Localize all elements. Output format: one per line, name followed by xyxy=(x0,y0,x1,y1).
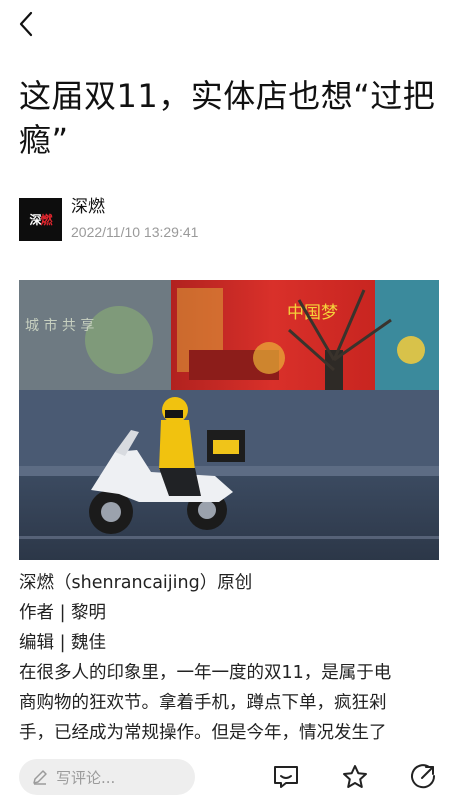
chevron-left-icon xyxy=(19,11,33,37)
source-line: 深燃（shenrancaijing）原创 xyxy=(19,573,253,593)
paragraph-line: 手，已经成为常规操作。但是今年，情况发生了 xyxy=(19,723,387,743)
pen-icon xyxy=(33,770,47,785)
sign-center-text: 中国梦 xyxy=(287,303,338,323)
avatar-logo-char-2: 燃 xyxy=(40,212,53,227)
editor-credit: 编辑 | 魏佳 xyxy=(19,633,107,653)
paragraph-line: 商购物的狂欢节。拿着手机，蹲点下单，疯狂剁 xyxy=(19,693,387,713)
comment-button[interactable] xyxy=(271,762,301,792)
comment-input[interactable]: 写评论... xyxy=(19,759,195,795)
publish-time: 2022/11/10 13:29:41 xyxy=(71,224,199,240)
paragraph-line: 在很多人的印象里，一年一度的双11，是属于电 xyxy=(19,663,392,683)
comment-bubble-icon xyxy=(274,766,298,788)
hero-image: 城 市 共 享 中国梦 xyxy=(19,280,439,560)
star-icon xyxy=(343,765,367,788)
author-name[interactable]: 深燃 xyxy=(71,196,198,218)
sign-left-text: 城 市 共 享 xyxy=(25,317,94,334)
share-icon xyxy=(411,764,436,789)
article-title: 这届双11，实体店也想“过把瘾” xyxy=(19,77,436,159)
share-button[interactable] xyxy=(408,762,438,792)
author-credit: 作者 | 黎明 xyxy=(19,603,107,623)
favorite-button[interactable] xyxy=(340,762,370,792)
article-body: 深燃（shenrancaijing）原创 作者 | 黎明 编辑 | 魏佳 在很多… xyxy=(19,568,444,748)
avatar-logo-char-1: 深 xyxy=(29,212,41,227)
comment-placeholder: 写评论... xyxy=(56,768,116,787)
bottom-action-bar: 写评论... xyxy=(0,752,457,810)
author-avatar[interactable]: 深燃 xyxy=(19,197,62,241)
author-row[interactable]: 深燃 深燃 2022/11/10 13:29:41 xyxy=(19,196,198,242)
back-button[interactable] xyxy=(14,10,38,38)
